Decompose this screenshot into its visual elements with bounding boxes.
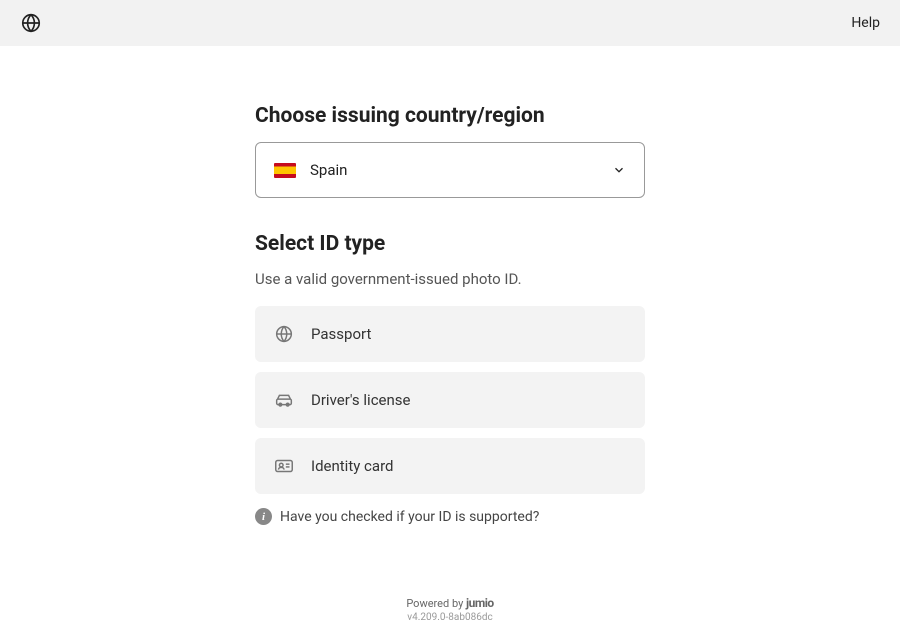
- main-content: Choose issuing country/region Spain Sele…: [255, 46, 645, 525]
- id-option-passport[interactable]: Passport: [255, 306, 645, 362]
- info-text: Have you checked if your ID is supported…: [280, 509, 539, 525]
- id-section-title: Select ID type: [255, 232, 645, 256]
- id-option-label: Passport: [311, 325, 371, 343]
- id-option-drivers-license[interactable]: Driver's license: [255, 372, 645, 428]
- drivers-license-icon: [273, 389, 295, 411]
- id-option-identity-card[interactable]: Identity card: [255, 438, 645, 494]
- info-icon: i: [255, 508, 272, 525]
- id-option-label: Identity card: [311, 457, 393, 475]
- version-label: v4.209.0-8ab086dc: [0, 612, 900, 623]
- identity-card-icon: [273, 455, 295, 477]
- country-section-title: Choose issuing country/region: [255, 104, 645, 128]
- chevron-down-icon: [612, 163, 626, 177]
- supported-id-info-link[interactable]: i Have you checked if your ID is support…: [255, 508, 645, 525]
- country-select[interactable]: Spain: [255, 142, 645, 198]
- spain-flag-icon: [274, 163, 296, 178]
- brand-name: jumio: [466, 596, 494, 610]
- id-option-label: Driver's license: [311, 391, 410, 409]
- footer: Powered by jumio v4.209.0-8ab086dc: [0, 596, 900, 623]
- passport-icon: [273, 323, 295, 345]
- language-button[interactable]: [20, 12, 42, 34]
- powered-by: Powered by jumio: [0, 596, 900, 610]
- country-name: Spain: [310, 161, 612, 179]
- id-section-subtitle: Use a valid government-issued photo ID.: [255, 270, 645, 288]
- header: Help: [0, 0, 900, 46]
- globe-icon: [20, 12, 42, 34]
- help-link[interactable]: Help: [851, 15, 880, 31]
